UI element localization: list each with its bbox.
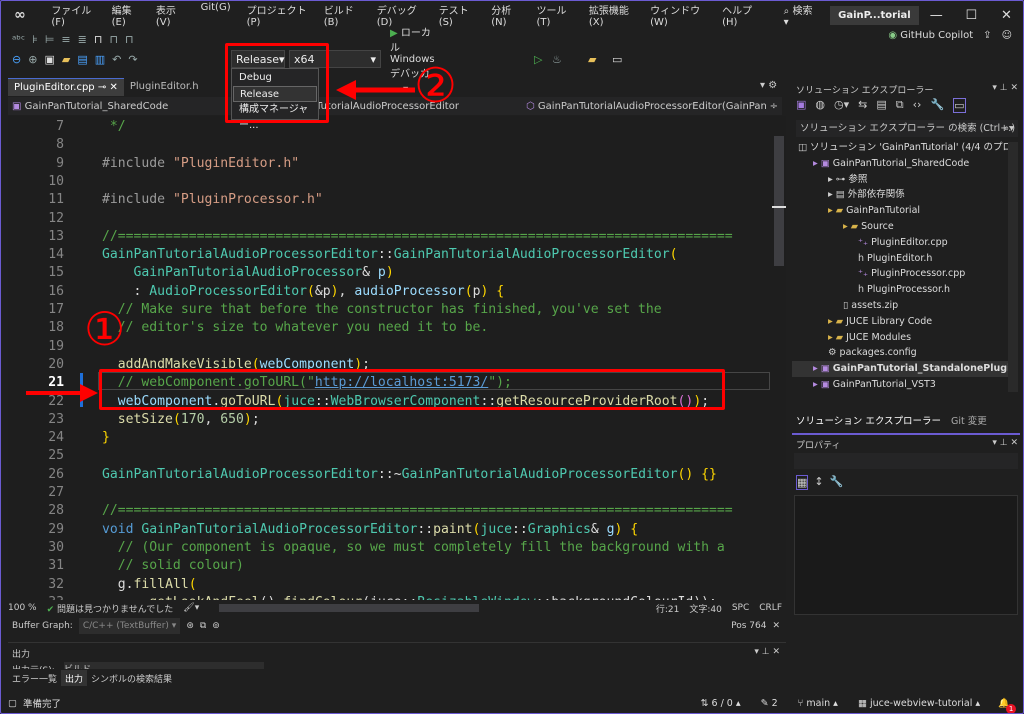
arrow-to-code xyxy=(26,384,98,402)
arrow-to-config xyxy=(336,80,415,100)
annotation-arrows xyxy=(26,80,415,402)
annotation-number-2: ② xyxy=(414,58,458,114)
annotation-number-1: ① xyxy=(84,302,126,356)
